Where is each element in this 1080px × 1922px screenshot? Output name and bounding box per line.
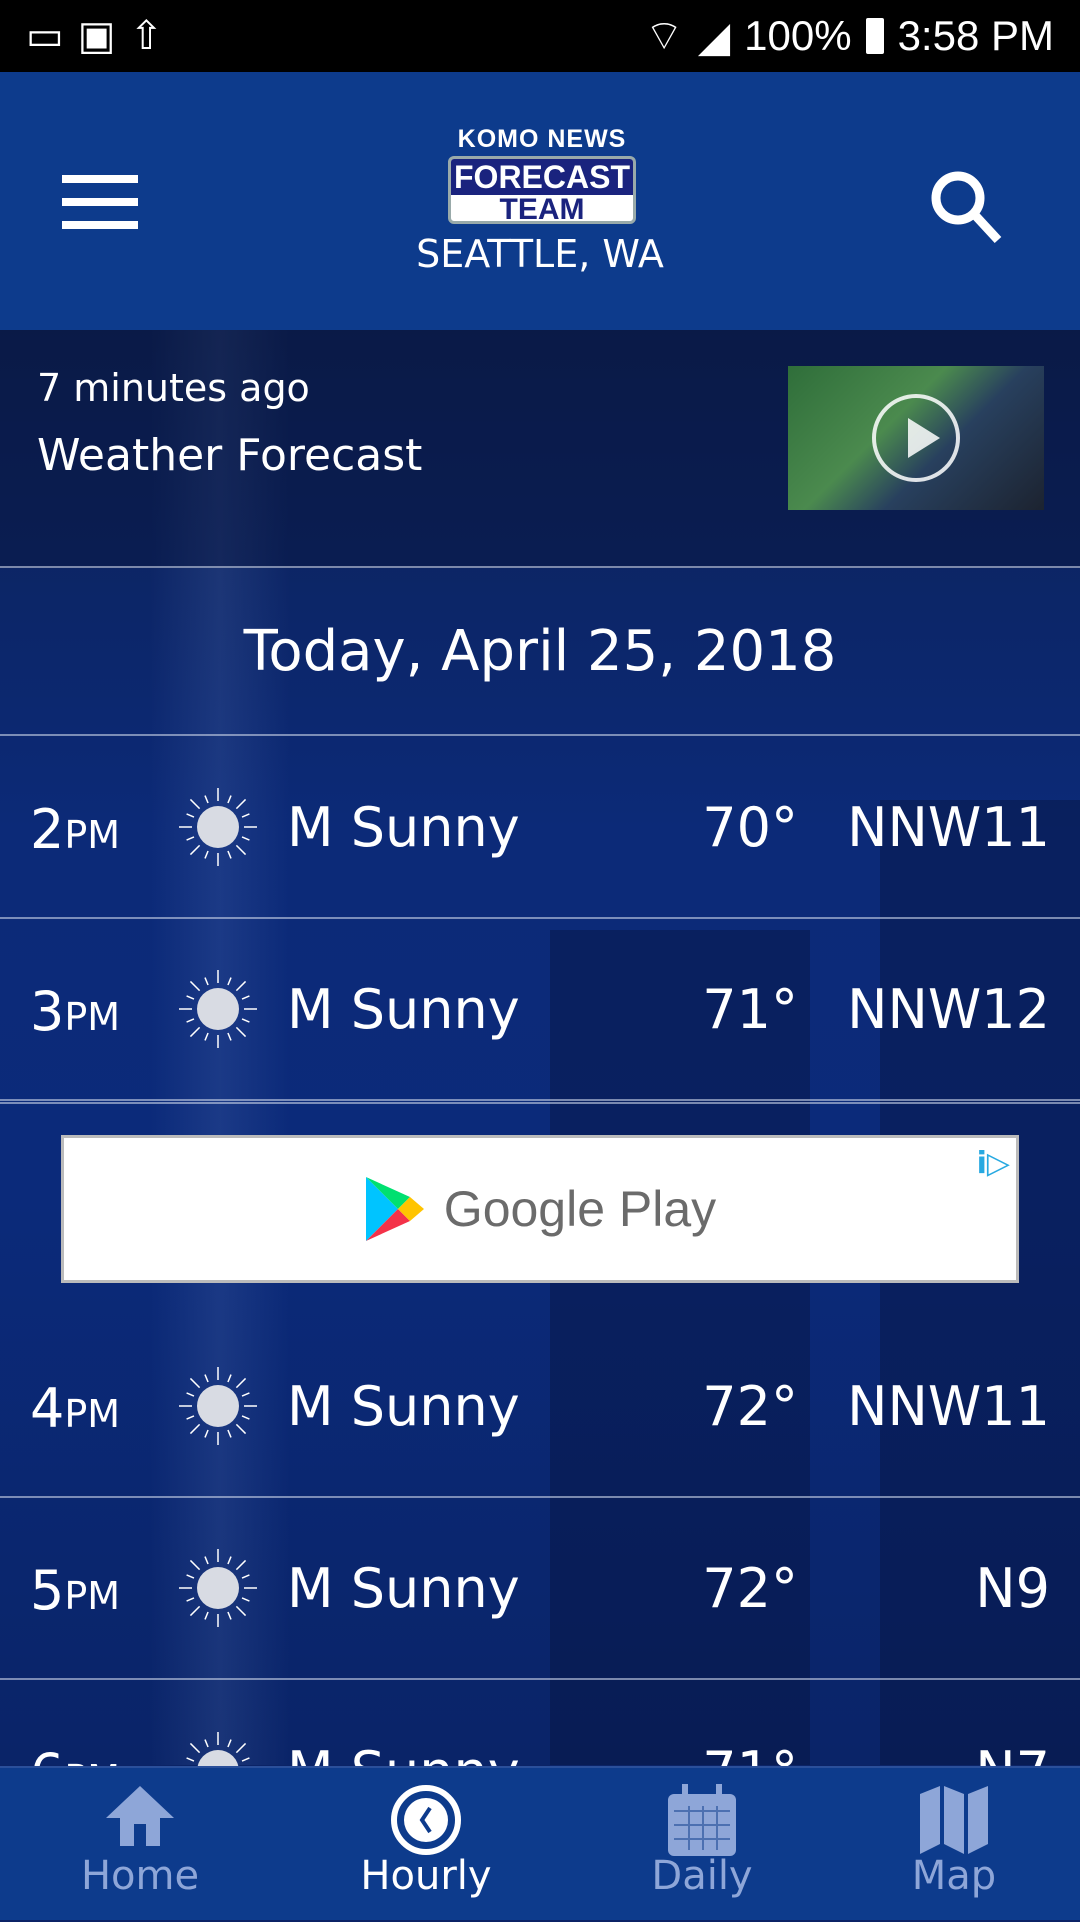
play-icon[interactable] bbox=[872, 394, 960, 482]
condition-label: M Sunny bbox=[287, 1375, 520, 1438]
hourly-row[interactable]: 5PM M Sunny 72° N9 bbox=[0, 1497, 1080, 1680]
sunny-icon bbox=[178, 1548, 258, 1628]
google-play-ad[interactable]: Google Play i▷ bbox=[61, 1135, 1019, 1283]
clock: 3:58 PM bbox=[897, 12, 1054, 59]
hour-label: 3PM bbox=[30, 980, 121, 1043]
battery-percent: 100% bbox=[744, 12, 852, 59]
condition-label: M Sunny bbox=[287, 978, 520, 1041]
image-icon: ▣ bbox=[77, 13, 116, 59]
upload-icon: ⇧ bbox=[129, 13, 164, 59]
temperature: 70° bbox=[702, 796, 798, 859]
ad-info-icon[interactable]: i▷ bbox=[977, 1146, 1010, 1181]
temperature: 72° bbox=[702, 1375, 798, 1438]
temperature: 72° bbox=[702, 1557, 798, 1620]
calendar-icon bbox=[668, 1784, 736, 1856]
hour-label: 5PM bbox=[30, 1559, 121, 1622]
status-bar: ▭ ▣ ⇧ ⌔ ◢ 100% 3:58 PM bbox=[0, 0, 1080, 72]
tab-map[interactable]: Map bbox=[854, 1768, 1054, 1922]
map-icon bbox=[920, 1786, 988, 1854]
wind: NNW12 bbox=[847, 978, 1050, 1041]
ad-label: Google Play bbox=[443, 1181, 717, 1237]
date-heading: Today, April 25, 2018 bbox=[0, 568, 1080, 736]
home-icon bbox=[106, 1786, 174, 1846]
sunny-icon bbox=[178, 787, 258, 867]
condition-label: M Sunny bbox=[287, 1557, 520, 1620]
news-timestamp: 7 minutes ago bbox=[37, 366, 310, 410]
screen-mirror-icon: ▭ bbox=[26, 13, 64, 59]
hourly-row[interactable]: 4PM M Sunny 72° NNW11 bbox=[0, 1315, 1080, 1498]
wind: N9 bbox=[975, 1557, 1050, 1620]
search-icon[interactable] bbox=[928, 168, 1004, 244]
signal-icon: ◢ bbox=[697, 12, 731, 60]
hourly-row[interactable]: 2PM M Sunny 70° NNW11 bbox=[0, 736, 1080, 919]
video-thumbnail[interactable] bbox=[788, 366, 1044, 510]
sunny-icon bbox=[178, 1366, 258, 1446]
temperature: 71° bbox=[702, 978, 798, 1041]
location-label: SEATTLE, WA bbox=[416, 232, 664, 276]
sunny-icon bbox=[178, 969, 258, 1049]
tab-home[interactable]: Home bbox=[40, 1768, 240, 1922]
app-header: KOMO NEWS FORECAST TEAM SEATTLE, WA bbox=[0, 72, 1080, 330]
hour-label: 4PM bbox=[30, 1377, 121, 1440]
video-news-item[interactable]: 7 minutes ago Weather Forecast bbox=[0, 330, 1080, 568]
news-title: Weather Forecast bbox=[37, 430, 423, 481]
tab-hourly[interactable]: Hourly bbox=[326, 1768, 526, 1922]
wifi-icon: ⌔ bbox=[644, 11, 684, 59]
hourly-row[interactable]: 3PM M Sunny 71° NNW12 bbox=[0, 918, 1080, 1101]
menu-button[interactable] bbox=[62, 175, 138, 229]
wind: NNW11 bbox=[847, 1375, 1050, 1438]
condition-label: M Sunny bbox=[287, 796, 520, 859]
komo-logo: KOMO NEWS FORECAST TEAM bbox=[446, 125, 638, 224]
tab-daily[interactable]: Daily bbox=[602, 1768, 802, 1922]
wind: NNW11 bbox=[847, 796, 1050, 859]
bottom-nav: Home Hourly Daily Map bbox=[0, 1766, 1080, 1920]
battery-icon bbox=[865, 18, 884, 54]
clock-icon bbox=[391, 1785, 461, 1855]
hour-label: 2PM bbox=[30, 798, 121, 861]
google-play-icon bbox=[365, 1177, 424, 1241]
